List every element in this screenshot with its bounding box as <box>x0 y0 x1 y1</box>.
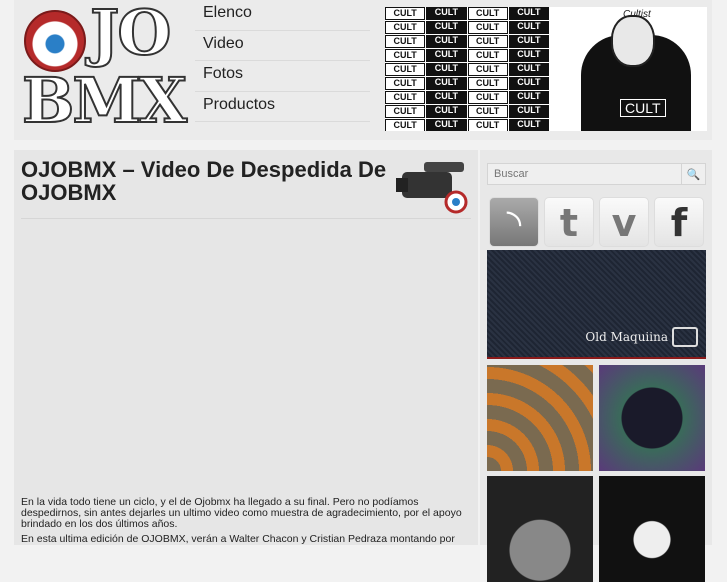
cult-pattern-cell: CULT <box>385 91 426 104</box>
video-embed[interactable] <box>21 228 471 488</box>
cult-pattern-cell: CULT <box>467 77 508 90</box>
post-content: OJOBMX – Video De Despedida De OJOBMX En… <box>14 150 478 545</box>
cult-pattern-cell: CULT <box>426 63 467 76</box>
old-maquiina-label: Old Maquiina <box>585 330 668 344</box>
post-title: OJOBMX – Video De Despedida De OJOBMX <box>21 157 387 205</box>
cult-pattern-cell: CULT <box>467 7 508 20</box>
cult-pattern-cell: CULT <box>508 21 549 34</box>
sewing-machine-icon <box>672 327 698 347</box>
cult-pattern-cell: CULT <box>385 35 426 48</box>
cult-pattern-cell: CULT <box>467 49 508 62</box>
cult-banner-ad[interactable]: CULT CULT CULT CULT CULT CULT CULT CULT CULT CULT… <box>385 7 707 131</box>
brand-logo-ad[interactable] <box>599 476 705 582</box>
cult-pattern-cell: CULT <box>426 35 467 48</box>
site-logo[interactable]: JO BMX <box>20 0 188 137</box>
cult-pattern-cell: CULT <box>508 35 549 48</box>
logo-text-ojo: JO <box>89 0 172 69</box>
nav-video[interactable]: Video <box>195 31 370 61</box>
cult-pattern-cell: CULT <box>385 77 426 90</box>
cult-pattern-cell: CULT <box>426 7 467 20</box>
cult-pattern-cell: CULT <box>508 119 549 131</box>
shirt-text: CULT <box>620 99 666 117</box>
stranger-ad[interactable] <box>599 365 705 471</box>
cult-pattern-cell: CULT <box>385 49 426 62</box>
cult-pattern-cell: CULT <box>467 119 508 131</box>
search-form: 🔍 <box>487 163 706 185</box>
cult-pattern-cell: CULT <box>426 105 467 118</box>
cult-pattern-cell: CULT <box>467 91 508 104</box>
cult-pattern-cell: CULT <box>508 7 549 20</box>
cult-pattern-cell: CULT <box>508 105 549 118</box>
old-maquiina-ad[interactable]: Old Maquiina <box>487 250 706 359</box>
cult-pattern-cell: CULT <box>467 63 508 76</box>
cult-pattern-cell: CULT <box>426 119 467 131</box>
nav-productos[interactable]: Productos <box>195 92 370 122</box>
cult-pattern: CULT CULT CULT CULT CULT CULT CULT CULT CULT CULT… <box>385 7 549 131</box>
title-divider <box>21 218 471 219</box>
cult-pattern-cell: CULT <box>426 49 467 62</box>
cult-pattern-cell: CULT <box>467 105 508 118</box>
model-head <box>611 15 655 67</box>
video-camera-icon <box>396 162 468 214</box>
moonstrip-ad[interactable] <box>487 476 593 582</box>
cult-pattern-cell: CULT <box>508 91 549 104</box>
vimeo-icon[interactable]: v <box>599 197 649 247</box>
search-input[interactable] <box>488 164 681 184</box>
post-paragraph: En esta ultima edición de OJOBMX, verán … <box>21 533 455 545</box>
facebook-icon[interactable]: f <box>654 197 704 247</box>
nav-elenco[interactable]: Elenco <box>195 0 370 31</box>
cult-pattern-cell: CULT <box>385 63 426 76</box>
cult-pattern-cell: CULT <box>508 63 549 76</box>
eyeball-logo-icon <box>24 10 86 72</box>
main-nav: Elenco Video Fotos Productos <box>195 0 370 122</box>
cult-pattern-cell: CULT <box>467 35 508 48</box>
cult-pattern-cell: CULT <box>426 21 467 34</box>
post-paragraph: En la vida todo tiene un ciclo, y el de … <box>21 496 462 530</box>
site-header: JO BMX Elenco Video Fotos Productos CULT… <box>14 0 712 140</box>
cult-pattern-cell: CULT <box>385 119 426 131</box>
cult-pattern-cell: CULT <box>385 7 426 20</box>
search-button[interactable]: 🔍 <box>681 164 705 184</box>
cult-pattern-cell: CULT <box>426 91 467 104</box>
cult-pattern-cell: CULT <box>467 21 508 34</box>
cult-pattern-cell: CULT <box>508 77 549 90</box>
cult-pattern-cell: CULT <box>385 21 426 34</box>
logo-text-bmx: BMX <box>21 64 188 137</box>
rss-texture-ad[interactable] <box>487 365 593 471</box>
banner-signature: Cultist <box>623 9 651 20</box>
sidebar: 🔍 ◝ t v f Old Maquiina <box>480 150 712 582</box>
cult-pattern-cell: CULT <box>385 105 426 118</box>
cult-pattern-cell: CULT <box>508 49 549 62</box>
twitter-icon[interactable]: t <box>544 197 594 247</box>
rss-icon[interactable]: ◝ <box>489 197 539 247</box>
nav-fotos[interactable]: Fotos <box>195 61 370 92</box>
cult-pattern-cell: CULT <box>426 77 467 90</box>
